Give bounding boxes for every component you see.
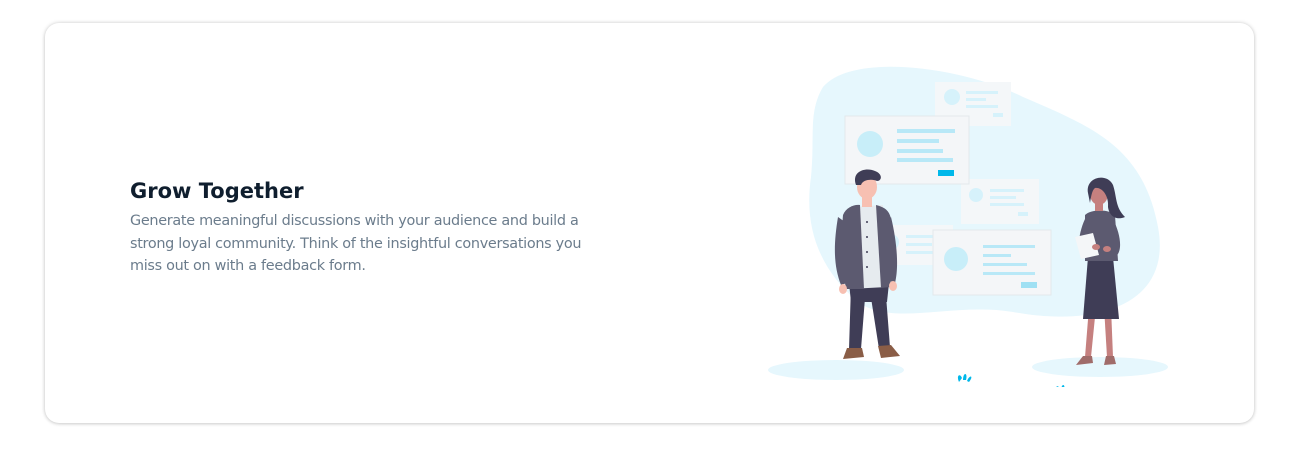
feature-text: Grow Together Generate meaningful discus…: [130, 177, 610, 278]
plant-sprout-1: [957, 374, 972, 382]
discussion-card-front-right: [932, 229, 1052, 296]
man-ground-shadow: [768, 360, 904, 380]
plant-sprout-2: [1055, 385, 1070, 393]
discussion-card-back-mid: [961, 179, 1039, 224]
feature-title: Grow Together: [130, 179, 304, 203]
discussion-illustration: [763, 57, 1199, 393]
feature-card: Grow Together Generate meaningful discus…: [45, 23, 1254, 423]
woman-ground-shadow: [1032, 357, 1168, 377]
feature-description: Generate meaningful discussions with you…: [130, 213, 582, 274]
